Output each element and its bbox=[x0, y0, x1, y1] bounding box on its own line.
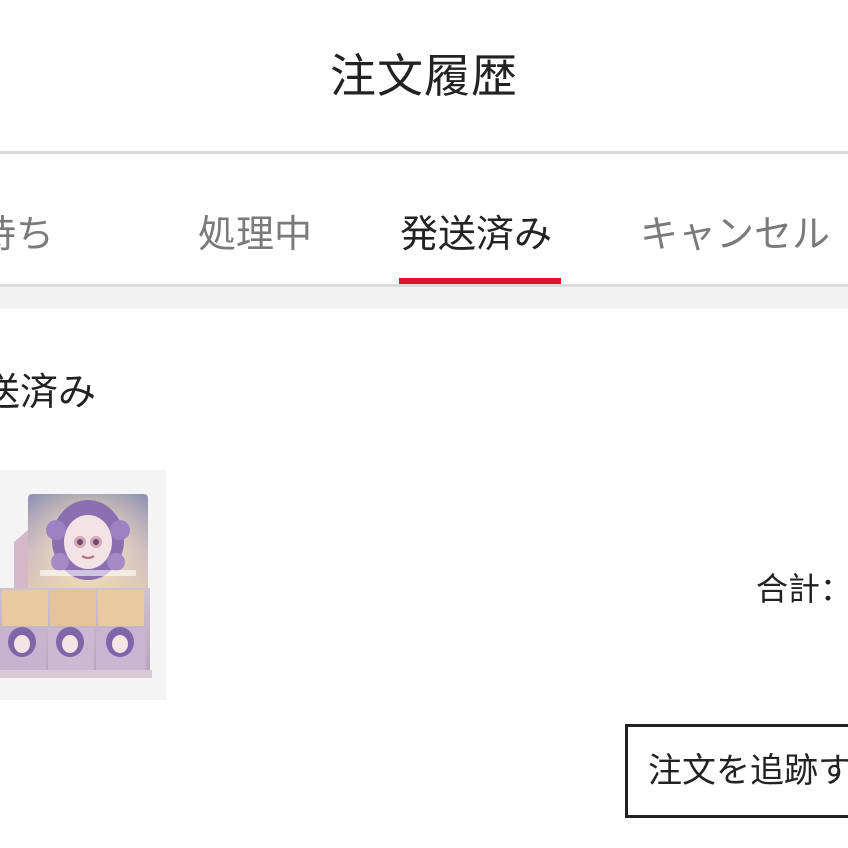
tab-cancelled[interactable]: キャンセル bbox=[640, 204, 848, 264]
section-separator bbox=[0, 287, 848, 309]
order-history-page: 注文履歴 い待ち 処理中 発送済み キャンセル 送済み bbox=[0, 0, 848, 848]
product-thumbnail[interactable] bbox=[0, 470, 166, 700]
order-total-label: 合計： bbox=[756, 570, 848, 608]
tab-processing[interactable]: 処理中 bbox=[198, 204, 328, 264]
tab-shipped[interactable]: 発送済み bbox=[400, 204, 570, 264]
track-order-button[interactable]: 注文を追跡す bbox=[625, 724, 848, 818]
order-card: 送済み 合計： 注文を追跡す bbox=[0, 309, 848, 848]
order-status-tabs: い待ち 処理中 発送済み キャンセル bbox=[0, 154, 848, 284]
tab-awaiting-payment[interactable]: い待ち bbox=[0, 204, 120, 264]
page-title: 注文履歴 bbox=[330, 49, 518, 103]
blind-box-product-image bbox=[0, 470, 166, 700]
order-status-label: 送済み bbox=[0, 370, 97, 414]
header: 注文履歴 bbox=[0, 0, 848, 154]
